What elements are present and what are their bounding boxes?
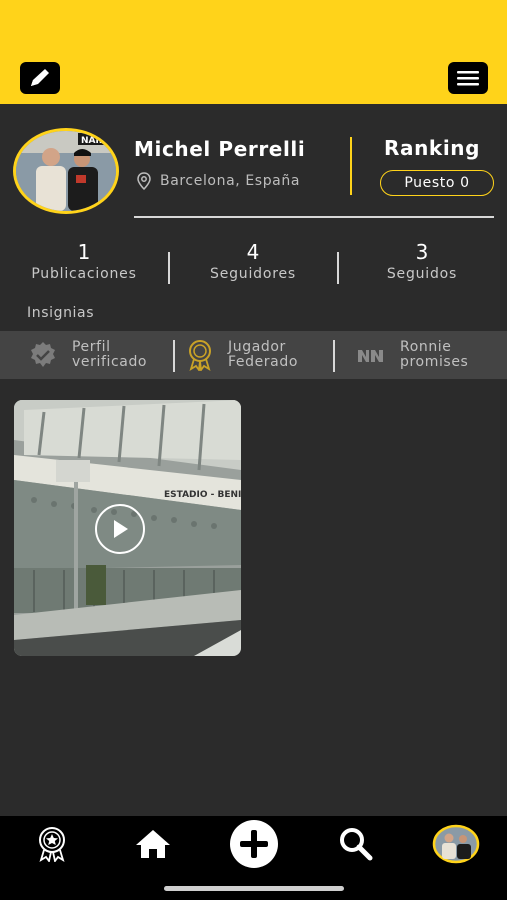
ranking-title: Ranking [384,136,481,160]
avatar-photo: NAIL [16,131,116,211]
stat-label: Publicaciones [31,266,137,282]
nav-home[interactable] [131,816,175,872]
profile-location: Barcelona, España [136,172,300,190]
ranking-medal-icon [39,827,65,862]
profile-divider [134,216,494,218]
avatar-shop-sign: NAIL [81,136,105,146]
home-icon [136,830,170,858]
nav-add-post[interactable] [227,816,281,872]
stat-seguidos[interactable]: 3 Seguidos [347,240,497,282]
nav-ranking[interactable] [30,816,74,872]
hamburger-menu-icon [457,71,479,86]
badge-divider [333,340,335,372]
badge-label: Ronnie promises [400,339,469,370]
search-icon [340,828,373,861]
pencil-icon [31,69,49,86]
stat-divider [337,252,339,284]
insignias-title: Insignias [27,305,95,321]
verified-check-icon [31,342,55,367]
badge-divider [173,340,175,372]
stat-label: Seguidos [386,266,458,282]
edit-profile-button[interactable] [20,62,60,94]
stadium-sign: ESTADIO - BENI [164,490,241,500]
play-icon [114,520,128,538]
home-indicator [164,886,344,891]
stat-value: 4 [246,240,260,264]
badge-label: Jugador Federado [228,339,298,370]
badge-label: Perfil verificado [72,339,148,370]
stat-divider [168,252,170,284]
profile-avatar[interactable]: NAIL [13,128,119,214]
ronnie-logo-icon [358,350,383,362]
insignias-strip: Perfil verificado Jugador Federado Ronni… [0,331,507,379]
stat-label: Seguidores [210,266,296,282]
profile-avatar [432,824,480,864]
add-icon [230,820,278,868]
location-pin-icon [137,172,151,190]
stat-value: 3 [415,240,429,264]
stat-value: 1 [77,240,91,264]
badge-jugador-federado[interactable]: Jugador Federado [186,331,298,379]
stat-publicaciones[interactable]: 1 Publicaciones [9,240,159,282]
nav-search[interactable] [334,816,378,872]
top-header [0,0,507,104]
badge-perfil-verificado[interactable]: Perfil verificado [28,331,147,379]
stat-seguidores[interactable]: 4 Seguidores [178,240,328,282]
play-button[interactable] [95,504,145,554]
location-text: Barcelona, España [160,173,301,189]
menu-button[interactable] [448,62,488,94]
badge-ronnie-promises[interactable]: Ronnie promises [356,331,468,379]
medal-icon [189,340,211,371]
nav-profile[interactable] [432,816,480,872]
ranking-position-badge[interactable]: Puesto 0 [380,170,494,196]
header-divider [350,137,352,195]
profile-name: Michel Perrelli [134,137,306,161]
